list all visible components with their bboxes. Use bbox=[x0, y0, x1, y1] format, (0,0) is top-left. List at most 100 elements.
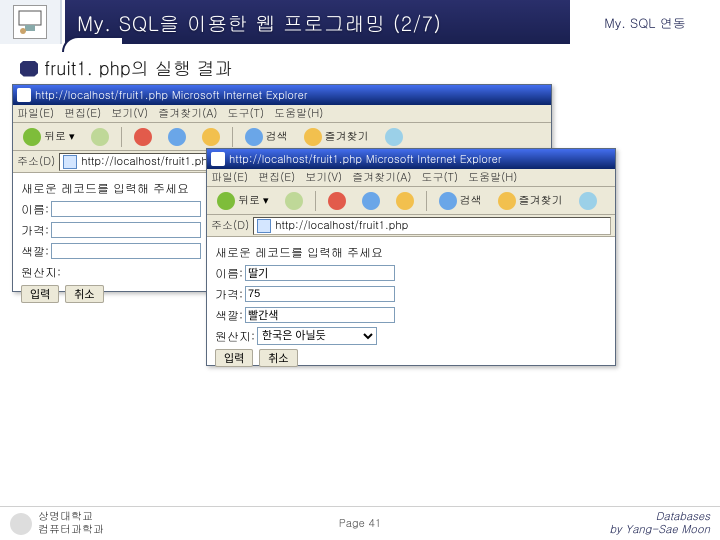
footer-credit: Databases by Yang-Sae Moon bbox=[610, 511, 711, 535]
back-button[interactable]: 뒤로▾ bbox=[17, 126, 81, 148]
ie-icon bbox=[17, 88, 31, 102]
media-button[interactable] bbox=[573, 190, 603, 212]
form-prompt: 새로운 레코드를 입력해 주세요 bbox=[21, 180, 189, 197]
window-title: http://localhost/fruit1.php Microsoft In… bbox=[229, 152, 611, 167]
home-button[interactable] bbox=[196, 126, 226, 148]
chevron-down-icon: ▾ bbox=[69, 129, 75, 144]
titlebar[interactable]: http://localhost/fruit1.php Microsoft In… bbox=[207, 149, 615, 169]
slide-title: My. SQL을 이용한 웹 프로그래밍 (2/7) bbox=[77, 8, 442, 37]
back-label: 뒤로 bbox=[238, 193, 260, 208]
label-origin: 원산지: bbox=[215, 328, 255, 345]
back-button[interactable]: 뒤로▾ bbox=[211, 190, 275, 212]
ie-icon bbox=[211, 152, 225, 166]
bullet-icon bbox=[20, 61, 38, 77]
media-icon bbox=[579, 192, 597, 210]
university-logo-icon bbox=[10, 513, 32, 535]
stop-icon bbox=[328, 192, 346, 210]
home-icon bbox=[202, 128, 220, 146]
label-price: 가격: bbox=[215, 286, 243, 303]
star-icon bbox=[304, 128, 322, 146]
label-color: 색깔: bbox=[215, 307, 243, 324]
input-price[interactable] bbox=[51, 222, 201, 238]
menu-tools[interactable]: 도구(T) bbox=[421, 170, 458, 185]
back-icon bbox=[23, 128, 41, 146]
form-prompt: 새로운 레코드를 입력해 주세요 bbox=[215, 244, 383, 261]
header-logo-box bbox=[0, 0, 62, 44]
forward-icon bbox=[285, 192, 303, 210]
menu-view[interactable]: 보기(V) bbox=[305, 170, 342, 185]
section-heading-text: fruit1. php의 실행 결과 bbox=[44, 56, 233, 81]
input-color[interactable] bbox=[51, 243, 201, 259]
submit-button[interactable]: 입력 bbox=[21, 285, 59, 303]
slide-subtitle: My. SQL 연동 bbox=[604, 13, 685, 32]
menu-bar: 파일(E) 편집(E) 보기(V) 즐겨찾기(A) 도구(T) 도움말(H) bbox=[13, 105, 551, 123]
page-icon bbox=[63, 155, 77, 169]
refresh-button[interactable] bbox=[356, 190, 386, 212]
slide-title-bar: My. SQL을 이용한 웹 프로그래밍 (2/7) bbox=[62, 0, 570, 44]
cancel-button[interactable]: 취소 bbox=[65, 285, 103, 303]
address-bar: 주소(D) http://localhost/fruit1.php bbox=[207, 215, 615, 237]
menu-edit[interactable]: 편집(E) bbox=[64, 106, 101, 121]
menu-help[interactable]: 도움말(H) bbox=[468, 170, 517, 185]
search-label: 검색 bbox=[460, 193, 482, 208]
separator bbox=[426, 191, 427, 211]
menu-file[interactable]: 파일(E) bbox=[211, 170, 248, 185]
menu-tools[interactable]: 도구(T) bbox=[227, 106, 264, 121]
stop-button[interactable] bbox=[322, 190, 352, 212]
toolbar: 뒤로▾ 검색 즐겨찾기 bbox=[13, 123, 551, 151]
input-color[interactable] bbox=[245, 307, 395, 323]
header-curve bbox=[62, 36, 122, 52]
menu-fav[interactable]: 즐겨찾기(A) bbox=[352, 170, 411, 185]
footer-org-line2: 컴퓨터과학과 bbox=[38, 524, 104, 536]
forward-button[interactable] bbox=[85, 126, 115, 148]
refresh-icon bbox=[362, 192, 380, 210]
stop-button[interactable] bbox=[128, 126, 158, 148]
search-label: 검색 bbox=[266, 129, 288, 144]
stop-icon bbox=[134, 128, 152, 146]
slide-footer: 상명대학교 컴퓨터과학과 Page 41 Databases by Yang-S… bbox=[0, 506, 720, 540]
home-icon bbox=[396, 192, 414, 210]
refresh-button[interactable] bbox=[162, 126, 192, 148]
page-content: 새로운 레코드를 입력해 주세요 이름: 가격: 색깔: 원산지: 한국은 아닐… bbox=[207, 237, 615, 365]
browser-window-2: http://localhost/fruit1.php Microsoft In… bbox=[206, 148, 616, 366]
titlebar[interactable]: http://localhost/fruit1.php Microsoft In… bbox=[13, 85, 551, 105]
input-name[interactable] bbox=[51, 201, 201, 217]
back-icon bbox=[217, 192, 235, 210]
select-origin[interactable]: 한국은 아닐듯 bbox=[257, 327, 377, 345]
menu-file[interactable]: 파일(E) bbox=[17, 106, 54, 121]
menu-edit[interactable]: 편집(E) bbox=[258, 170, 295, 185]
refresh-icon bbox=[168, 128, 186, 146]
menu-view[interactable]: 보기(V) bbox=[111, 106, 148, 121]
label-origin: 원산지: bbox=[21, 264, 61, 281]
star-icon bbox=[498, 192, 516, 210]
cancel-button[interactable]: 취소 bbox=[259, 349, 297, 367]
input-price[interactable] bbox=[245, 286, 395, 302]
separator bbox=[315, 191, 316, 211]
search-button[interactable]: 검색 bbox=[433, 190, 488, 212]
address-label: 주소(D) bbox=[211, 218, 249, 233]
toolbar: 뒤로▾ 검색 즐겨찾기 bbox=[207, 187, 615, 215]
media-button[interactable] bbox=[379, 126, 409, 148]
label-price: 가격: bbox=[21, 222, 49, 239]
presenter-icon bbox=[13, 5, 47, 39]
separator bbox=[121, 127, 122, 147]
page-number: Page 41 bbox=[339, 516, 381, 531]
submit-button[interactable]: 입력 bbox=[215, 349, 253, 367]
slide-subtitle-box: My. SQL 연동 bbox=[570, 0, 720, 44]
home-button[interactable] bbox=[390, 190, 420, 212]
forward-button[interactable] bbox=[279, 190, 309, 212]
search-icon bbox=[245, 128, 263, 146]
label-color: 색깔: bbox=[21, 243, 49, 260]
menu-help[interactable]: 도움말(H) bbox=[274, 106, 323, 121]
fav-label: 즐겨찾기 bbox=[519, 193, 563, 208]
footer-credit-line2: by Yang-Sae Moon bbox=[610, 524, 711, 536]
address-input[interactable]: http://localhost/fruit1.php bbox=[253, 217, 611, 235]
chevron-down-icon: ▾ bbox=[263, 193, 269, 208]
favorites-button[interactable]: 즐겨찾기 bbox=[298, 126, 375, 148]
favorites-button[interactable]: 즐겨찾기 bbox=[492, 190, 569, 212]
menu-bar: 파일(E) 편집(E) 보기(V) 즐겨찾기(A) 도구(T) 도움말(H) bbox=[207, 169, 615, 187]
search-button[interactable]: 검색 bbox=[239, 126, 294, 148]
input-name[interactable] bbox=[245, 265, 395, 281]
search-icon bbox=[439, 192, 457, 210]
menu-fav[interactable]: 즐겨찾기(A) bbox=[158, 106, 217, 121]
